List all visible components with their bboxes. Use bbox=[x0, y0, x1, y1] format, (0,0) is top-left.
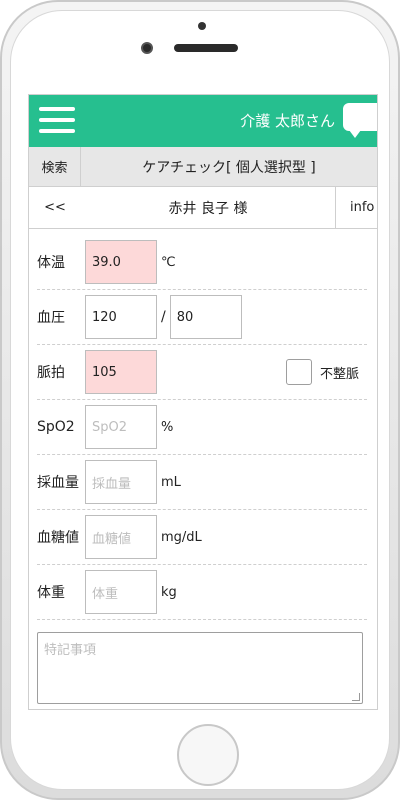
weight-row: 体重 体重 kg bbox=[37, 565, 367, 620]
blood-draw-input[interactable]: 採血量 bbox=[85, 460, 157, 504]
patient-bar: << 赤井 良子 様 info bbox=[29, 187, 377, 229]
toolbar: 検索 ケアチェック[ 個人選択型 ] bbox=[29, 147, 377, 187]
proximity-sensor bbox=[198, 22, 206, 30]
diastolic-input[interactable]: 80 bbox=[169, 295, 242, 339]
weight-unit: kg bbox=[161, 584, 177, 600]
pulse-row: 脈拍 105 不整脈 bbox=[37, 345, 367, 400]
notes-placeholder: 特記事項 bbox=[44, 643, 97, 658]
hamburger-menu-icon[interactable] bbox=[39, 107, 75, 133]
blood-sugar-label: 血糖値 bbox=[37, 530, 79, 546]
patient-name: 赤井 良子 様 bbox=[168, 200, 248, 217]
temperature-label: 体温 bbox=[37, 255, 65, 271]
temperature-input[interactable]: 39.0 bbox=[85, 240, 157, 284]
chat-bubble-icon[interactable] bbox=[343, 103, 377, 138]
blood-sugar-row: 血糖値 血糖値 mg/dL bbox=[37, 510, 367, 565]
weight-label: 体重 bbox=[37, 585, 65, 601]
page-title: ケアチェック[ 個人選択型 ] bbox=[142, 159, 316, 176]
info-button[interactable]: info bbox=[335, 187, 377, 228]
temperature-unit: ℃ bbox=[161, 254, 176, 270]
blood-pressure-label: 血圧 bbox=[37, 310, 65, 326]
pulse-input[interactable]: 105 bbox=[85, 350, 157, 394]
home-button[interactable] bbox=[177, 724, 239, 786]
irregular-pulse-checkbox[interactable] bbox=[285, 359, 312, 385]
user-name: 介護 太郎さん bbox=[240, 112, 335, 130]
systolic-input[interactable]: 120 bbox=[85, 295, 157, 339]
search-button[interactable]: 検索 bbox=[29, 147, 81, 186]
weight-input[interactable]: 体重 bbox=[85, 570, 157, 614]
bp-separator: / bbox=[161, 309, 166, 325]
spo2-label: SpO2 bbox=[37, 419, 75, 435]
notes-textarea[interactable]: 特記事項 bbox=[37, 632, 363, 704]
blood-sugar-input[interactable]: 血糖値 bbox=[85, 515, 157, 559]
earpiece-speaker bbox=[174, 44, 238, 52]
app-screen: 介護 太郎さん 検索 ケアチェック[ 個人選択型 ] << 赤井 良子 様 in… bbox=[28, 94, 378, 710]
spo2-unit: % bbox=[161, 419, 174, 435]
blood-sugar-unit: mg/dL bbox=[161, 529, 202, 545]
app-header: 介護 太郎さん bbox=[29, 95, 377, 147]
phone-frame: 介護 太郎さん 検索 ケアチェック[ 個人選択型 ] << 赤井 良子 様 in… bbox=[0, 0, 400, 800]
front-camera-icon bbox=[141, 42, 153, 54]
blood-pressure-row: 血圧 120 / 80 bbox=[37, 290, 367, 345]
blood-draw-label: 採血量 bbox=[37, 475, 79, 491]
volume-up-button bbox=[0, 182, 2, 232]
back-button[interactable]: << bbox=[29, 187, 81, 228]
irregular-pulse-toggle: 不整脈 bbox=[285, 359, 359, 385]
mute-switch bbox=[0, 132, 2, 158]
pulse-label: 脈拍 bbox=[37, 365, 65, 381]
volume-down-button bbox=[0, 246, 2, 296]
blood-draw-row: 採血量 採血量 mL bbox=[37, 455, 367, 510]
spo2-input[interactable]: SpO2 bbox=[85, 405, 157, 449]
vitals-form: 体温 39.0 ℃ 血圧 120 / 80 脈拍 105 不整脈 SpO2 Sp… bbox=[29, 229, 377, 704]
blood-draw-unit: mL bbox=[161, 474, 181, 490]
irregular-pulse-label: 不整脈 bbox=[319, 366, 359, 382]
spo2-row: SpO2 SpO2 % bbox=[37, 400, 367, 455]
resize-grip-icon[interactable] bbox=[352, 693, 360, 701]
temperature-row: 体温 39.0 ℃ bbox=[37, 235, 367, 290]
